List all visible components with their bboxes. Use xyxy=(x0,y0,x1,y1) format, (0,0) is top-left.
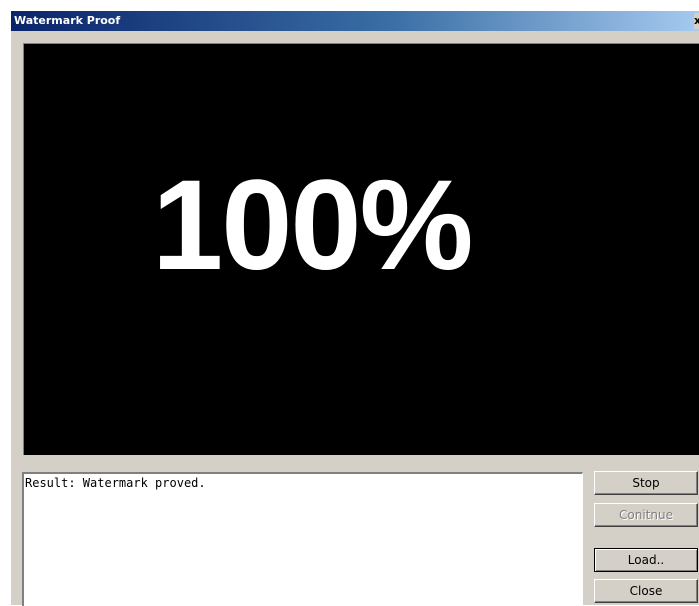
title-bar[interactable]: Watermark Proof x xyxy=(11,11,699,31)
continue-button: Conitnue xyxy=(594,503,698,527)
close-window-icon[interactable]: x xyxy=(694,13,699,29)
close-button[interactable]: Close xyxy=(594,579,698,603)
load-button[interactable]: Load.. xyxy=(594,548,698,572)
preview-panel: 100% xyxy=(23,43,699,455)
watermark-proof-window: Watermark Proof x 100% Result: Watermark… xyxy=(10,10,699,606)
stop-button[interactable]: Stop xyxy=(594,471,698,495)
progress-percentage: 100% xyxy=(152,154,473,297)
result-output[interactable]: Result: Watermark proved. xyxy=(22,472,583,606)
window-title: Watermark Proof xyxy=(14,14,121,27)
